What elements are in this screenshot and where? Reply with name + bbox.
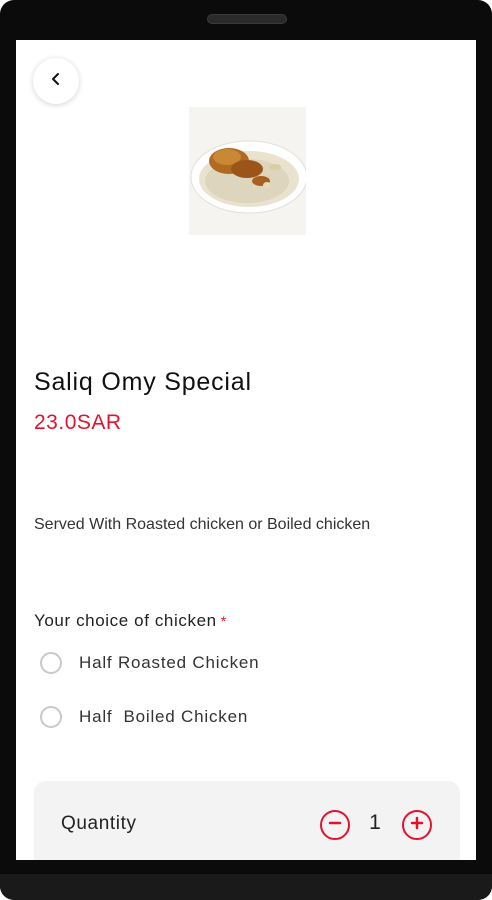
option-half-roasted-chicken[interactable]: Half Roasted Chicken xyxy=(40,652,259,674)
quantity-label: Quantity xyxy=(61,813,137,834)
device-bottom-bezel xyxy=(0,874,492,900)
chevron-left-icon xyxy=(49,72,63,91)
item-description: Served With Roasted chicken or Boiled ch… xyxy=(34,516,371,533)
radio-button[interactable] xyxy=(40,706,62,728)
option-label: Half Boiled Chicken xyxy=(79,707,249,726)
quantity-panel: Quantity 1 xyxy=(34,781,460,860)
options-group-label: Your choice of chicken * xyxy=(34,611,227,631)
plus-circle-icon xyxy=(410,816,424,835)
radio-button[interactable] xyxy=(40,652,62,674)
quantity-value: 1 xyxy=(369,811,381,834)
options-group-title: Your choice of chicken xyxy=(34,611,217,630)
item-price: 23.0SAR xyxy=(34,411,122,434)
option-label: Half Roasted Chicken xyxy=(79,653,260,672)
device-frame: Saliq Omy Special 23.0SAR Served With Ro… xyxy=(0,0,492,900)
food-image xyxy=(189,107,306,235)
increment-button[interactable] xyxy=(402,810,432,840)
required-marker: * xyxy=(220,613,227,629)
minus-circle-icon xyxy=(328,816,342,835)
option-half-boiled-chicken[interactable]: Half Boiled Chicken xyxy=(40,706,248,728)
decrement-button[interactable] xyxy=(320,810,350,840)
device-speaker xyxy=(207,14,287,24)
item-title: Saliq Omy Special xyxy=(34,368,252,396)
back-button[interactable] xyxy=(33,58,79,104)
screen: Saliq Omy Special 23.0SAR Served With Ro… xyxy=(16,40,476,860)
